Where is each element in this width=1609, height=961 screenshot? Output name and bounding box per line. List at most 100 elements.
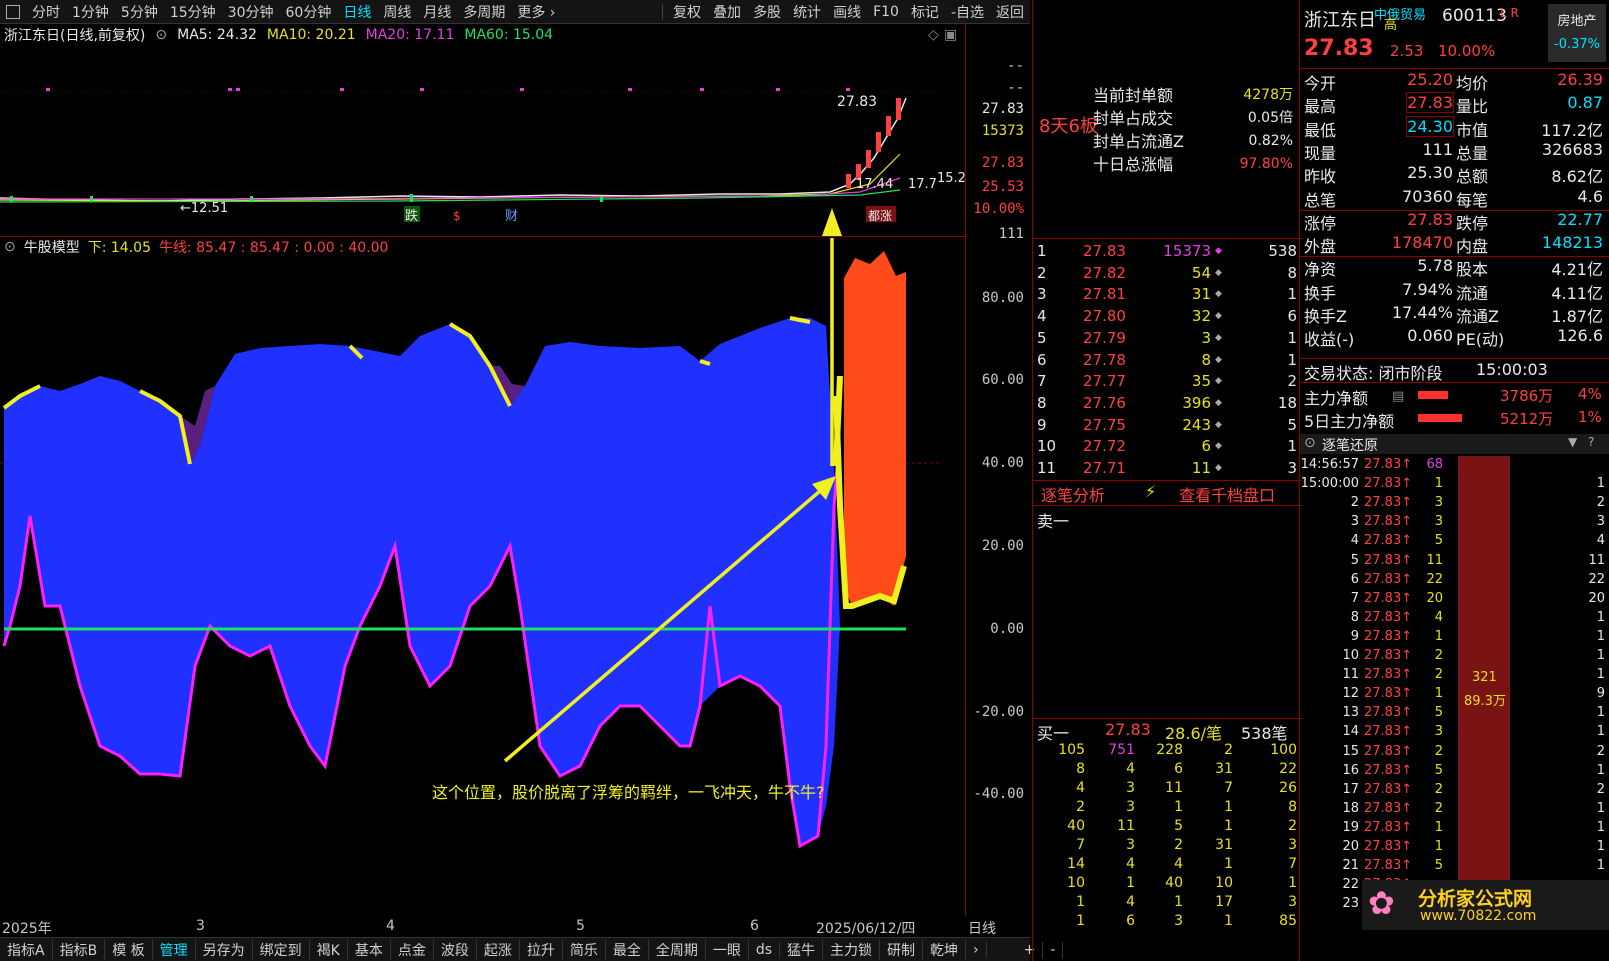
tab-boduan[interactable]: 波段 [434,939,477,960]
buy-queue-row: 1 6 3 1 85 [1033,913,1301,932]
tab-lasheng[interactable]: 拉升 [520,939,563,960]
tick-price: 27.83↑ [1364,743,1413,759]
tab-main-lock[interactable]: 主力锁 [823,939,881,960]
multi-stock-button[interactable]: 多股 [747,2,787,22]
tab-qizhang[interactable]: 起涨 [477,939,520,960]
tab-zuiquan[interactable]: 最全 [606,939,649,960]
tab-monthly[interactable]: 月线 [417,2,457,22]
tab-multi-period[interactable]: 多周期 [457,2,511,22]
tab-bind-to[interactable]: 绑定到 [253,939,310,960]
orderbook-row: 8 27.76 396 ◆ 18 [1033,394,1301,415]
orderbook-count: 8 [1287,263,1297,282]
annotation-text: 这个位置，股价脱离了浮筹的羁绊，一飞冲天，牛不牛? [432,783,825,802]
buy-queue-cell: 1 [1288,875,1297,891]
toggle-square-icon[interactable] [6,4,20,19]
tick-price: 27.83↑ [1364,609,1413,625]
tab-15min[interactable]: 15分钟 [164,2,222,22]
main-net-value: 3786万 [1500,387,1554,405]
buy-queue-cell: 6 [1126,913,1135,929]
chart-area[interactable]: 27.83 ←12.51 17.44 17.7 15.26 跌 $ 财 都涨 [0,46,974,916]
sector-name: 房地产 [1557,14,1597,29]
tab-all-period[interactable]: 全周期 [649,939,706,960]
help-icon[interactable]: ? [1588,435,1594,449]
tick-time: 16 [1342,762,1359,778]
quote-lr: L R [1500,6,1519,20]
draw-line-button[interactable]: 画线 [827,2,867,22]
tick-count: 4 [1596,533,1605,549]
tab-jianle[interactable]: 简乐 [563,939,606,960]
quote-label: 总笔 [1304,190,1337,210]
quote-concept-tag[interactable]: 中俄贸易 [1374,4,1426,23]
tab-60min[interactable]: 60分钟 [280,2,338,22]
orderbook-price: 27.72 [1083,437,1126,456]
orderbook-row: 6 27.78 8 ◆ 1 [1033,351,1301,372]
overlay-button[interactable]: 叠加 [707,2,747,22]
tick-time: 18 [1342,800,1359,816]
tick-count: 1 [1596,839,1605,854]
tab-template[interactable]: 模 板 [105,939,153,960]
tab-fenshi[interactable]: 分时 [26,2,66,22]
buy-queue-cell: 1 [1224,856,1233,872]
f10-button[interactable]: F10 [867,4,905,20]
restore-right-button[interactable]: 复权 [667,2,707,22]
tab-indicator-b[interactable]: 指标B [53,939,106,960]
tick-time: 21 [1342,858,1359,874]
tab-30min[interactable]: 30分钟 [222,2,280,22]
tick-count: 1 [1596,667,1605,683]
tab-weekly[interactable]: 周线 [377,2,417,22]
tab-yanzhi[interactable]: 研制 [880,939,924,960]
settings-circle-icon[interactable]: ⊙ [155,27,167,43]
tab-save-as[interactable]: 另存为 [196,939,253,960]
period-label[interactable]: 日线 [968,918,996,938]
window-icon[interactable]: ▣ [944,27,957,43]
tab-ds[interactable]: ds [749,941,781,958]
quote-value: 17.44% [1391,303,1453,322]
remove-watchlist-button[interactable]: -自选 [945,2,990,22]
marker-finance: 财 [505,209,518,224]
mark-button[interactable]: 标记 [905,2,945,22]
tick-restore-toggle-icon[interactable]: ⊙ [1304,435,1316,451]
indicator-down-label: 下: 14.05 [87,239,151,256]
quote-row: 现量 111 总量 326683 [1300,140,1609,163]
indicator-toggle-icon[interactable]: ⊙ [4,239,16,255]
orderbook-volume: 6 [1201,437,1211,456]
tab-basic[interactable]: 基本 [348,939,391,960]
quote-concept-tag2: 高 [1384,18,1398,33]
quote-label: 每笔 [1456,190,1489,210]
orderbook-row: 7 27.77 35 ◆ 2 [1033,372,1301,393]
tick-row: 14 27.83↑ 3 1 [1300,723,1609,743]
sector-box[interactable]: 房地产 -0.37% [1548,4,1606,62]
tick-restore-title[interactable]: 逐笔还原 [1322,435,1378,455]
tick-count: 2 [1596,495,1605,511]
back-button[interactable]: 返回 [990,2,1030,22]
tab-mengniu[interactable]: 猛牛 [780,939,824,960]
tab-more-arrow[interactable]: › [966,941,987,958]
tab-daily[interactable]: 日线 [337,2,377,22]
view-depth-link[interactable]: 查看千档盘口 [1179,482,1275,506]
quote-label: 换手 [1304,283,1337,303]
tick-analysis-link[interactable]: 逐笔分析 [1041,482,1105,506]
doc-icon[interactable]: ▤ [1392,389,1404,404]
filter-icon[interactable]: ▼ [1568,435,1577,449]
tab-qiankun[interactable]: 乾坤 [923,939,967,960]
tab-yiyan[interactable]: 一眼 [706,939,749,960]
date-4: 6 [750,918,759,934]
tick-count: 2 [1596,743,1605,759]
date-0: 2025年 [2,921,52,937]
diamond-icon[interactable]: ◇ [928,27,939,43]
chart-svg[interactable]: 27.83 ←12.51 17.44 17.7 15.26 跌 $ 财 都涨 [0,46,974,916]
tick-price: 27.83↑ [1364,571,1413,587]
orderbook-price: 27.80 [1083,307,1126,326]
tick-time: 5 [1350,552,1359,568]
tab-dianjin[interactable]: 点金 [391,939,434,960]
statistics-button[interactable]: 统计 [787,2,827,22]
tab-indicator-a[interactable]: 指标A [0,939,53,960]
quote-label: PE(动) [1456,330,1505,350]
tab-manage[interactable]: 管理 [153,939,196,960]
tab-5min[interactable]: 5分钟 [115,2,164,22]
tab-brown-k[interactable]: 褐K [310,939,348,960]
indicator-name[interactable]: 牛股模型 [24,237,80,257]
tab-1min[interactable]: 1分钟 [66,2,115,22]
quote-change: 2.53 [1390,42,1424,60]
tab-more[interactable]: 更多 › [511,2,561,22]
